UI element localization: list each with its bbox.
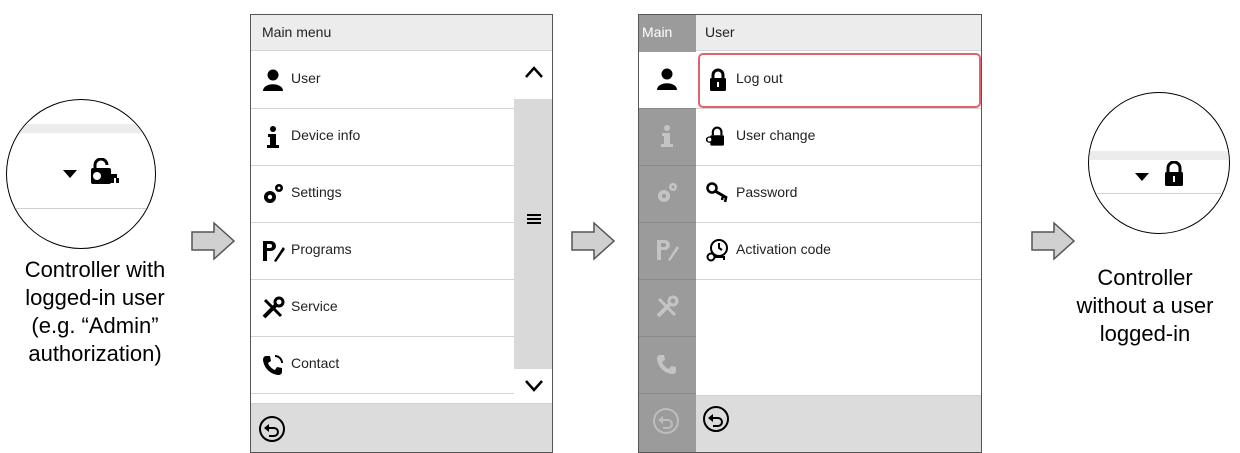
highlight-box	[698, 53, 981, 108]
sidebar-tab-settings[interactable]	[639, 166, 696, 223]
menu-item-label: Service	[291, 298, 338, 314]
menu-item-settings[interactable]: Settings	[251, 166, 514, 223]
scroll-handle-icon	[527, 214, 541, 224]
menu-item-device-info[interactable]: Device info	[251, 109, 514, 166]
menu-item-password[interactable]: Password	[696, 166, 981, 223]
menu-item-label: Activation code	[736, 241, 831, 257]
main-menu-header: Main menu	[251, 15, 552, 51]
menu-item-label: User change	[736, 127, 816, 143]
left-caption: Controller with logged-in user (e.g. “Ad…	[0, 256, 190, 368]
caption-line: logged-in	[1099, 321, 1191, 346]
menu-item-label: Password	[736, 184, 798, 200]
back-button[interactable]	[259, 416, 285, 442]
caption-line: (e.g. “Admin”	[31, 313, 159, 338]
menu-item-label: Programs	[291, 241, 352, 257]
arrow-right-icon	[571, 221, 616, 261]
caption-line: Controller	[1097, 265, 1193, 290]
back-button[interactable]	[703, 406, 729, 432]
user-icon	[263, 69, 283, 91]
sidebar-tab-service[interactable]	[639, 280, 696, 337]
arrow-right-icon	[191, 221, 236, 261]
user-menu-header: User	[696, 15, 981, 51]
back-arrow-icon	[264, 424, 279, 437]
sidebar-tab-programs[interactable]	[639, 223, 696, 280]
scroll-down-icon[interactable]	[524, 379, 544, 393]
back-arrow-icon	[708, 414, 723, 427]
scroll-up-icon[interactable]	[524, 65, 544, 79]
gears-icon	[264, 184, 283, 203]
caption-line: without a user	[1076, 293, 1214, 318]
main-menu-title: Main menu	[262, 24, 332, 40]
user-menu-footer	[696, 395, 981, 452]
phone-icon	[657, 355, 676, 374]
menu-item-activation-code[interactable]: Activation code	[696, 223, 981, 280]
menu-item-label: Device info	[291, 127, 361, 143]
key-icon	[706, 182, 728, 203]
menu-item-programs[interactable]: Programs	[251, 223, 514, 280]
main-menu-footer	[251, 403, 552, 452]
caption-line: authorization)	[28, 341, 162, 366]
dropdown-arrow-icon	[63, 170, 77, 178]
scroll-thumb[interactable]	[514, 99, 552, 369]
user-menu-title: User	[705, 24, 735, 40]
programs-icon	[263, 241, 285, 262]
main-menu-panel: Main menu User Device info Settings Prog…	[250, 14, 553, 453]
back-arrow-icon	[658, 416, 673, 429]
info-icon	[661, 125, 673, 147]
magnifier-logged-out	[1088, 92, 1230, 234]
sidebar: Main	[639, 15, 696, 452]
sidebar-tab-user[interactable]	[639, 52, 696, 109]
user-icon	[657, 68, 677, 90]
sidebar-main-label: Main	[642, 24, 673, 40]
menu-item-user-change[interactable]: User change	[696, 109, 981, 166]
lock-icon	[1165, 161, 1183, 186]
arrow-right-icon	[1031, 221, 1076, 261]
tools-icon	[262, 296, 285, 319]
caption-line: logged-in user	[25, 285, 165, 310]
menu-item-contact[interactable]: Contact	[251, 337, 514, 394]
user-menu-panel: Main User Log out User change Password A…	[638, 14, 982, 453]
magnifier-logged-in	[6, 99, 156, 249]
menu-item-label: Contact	[291, 355, 340, 371]
sidebar-back-button	[653, 408, 679, 434]
phone-icon	[263, 355, 283, 375]
scrollbar[interactable]	[514, 51, 552, 402]
gears-icon	[658, 183, 677, 202]
activation-icon	[706, 239, 728, 262]
info-icon	[267, 126, 279, 148]
unlocked-key-icon	[91, 158, 119, 184]
tools-icon	[656, 295, 679, 318]
sidebar-tab-contact[interactable]	[639, 337, 696, 394]
user-change-icon	[706, 126, 724, 146]
caption-line: Controller with	[24, 257, 166, 282]
programs-icon	[657, 240, 679, 261]
sidebar-tab-info[interactable]	[639, 109, 696, 166]
menu-item-service[interactable]: Service	[251, 280, 514, 337]
right-caption: Controller without a user logged-in	[1050, 264, 1240, 348]
menu-item-user[interactable]: User	[251, 52, 514, 109]
menu-item-label: Settings	[291, 184, 342, 200]
menu-item-label: User	[291, 70, 321, 86]
dropdown-arrow-icon	[1135, 173, 1149, 181]
